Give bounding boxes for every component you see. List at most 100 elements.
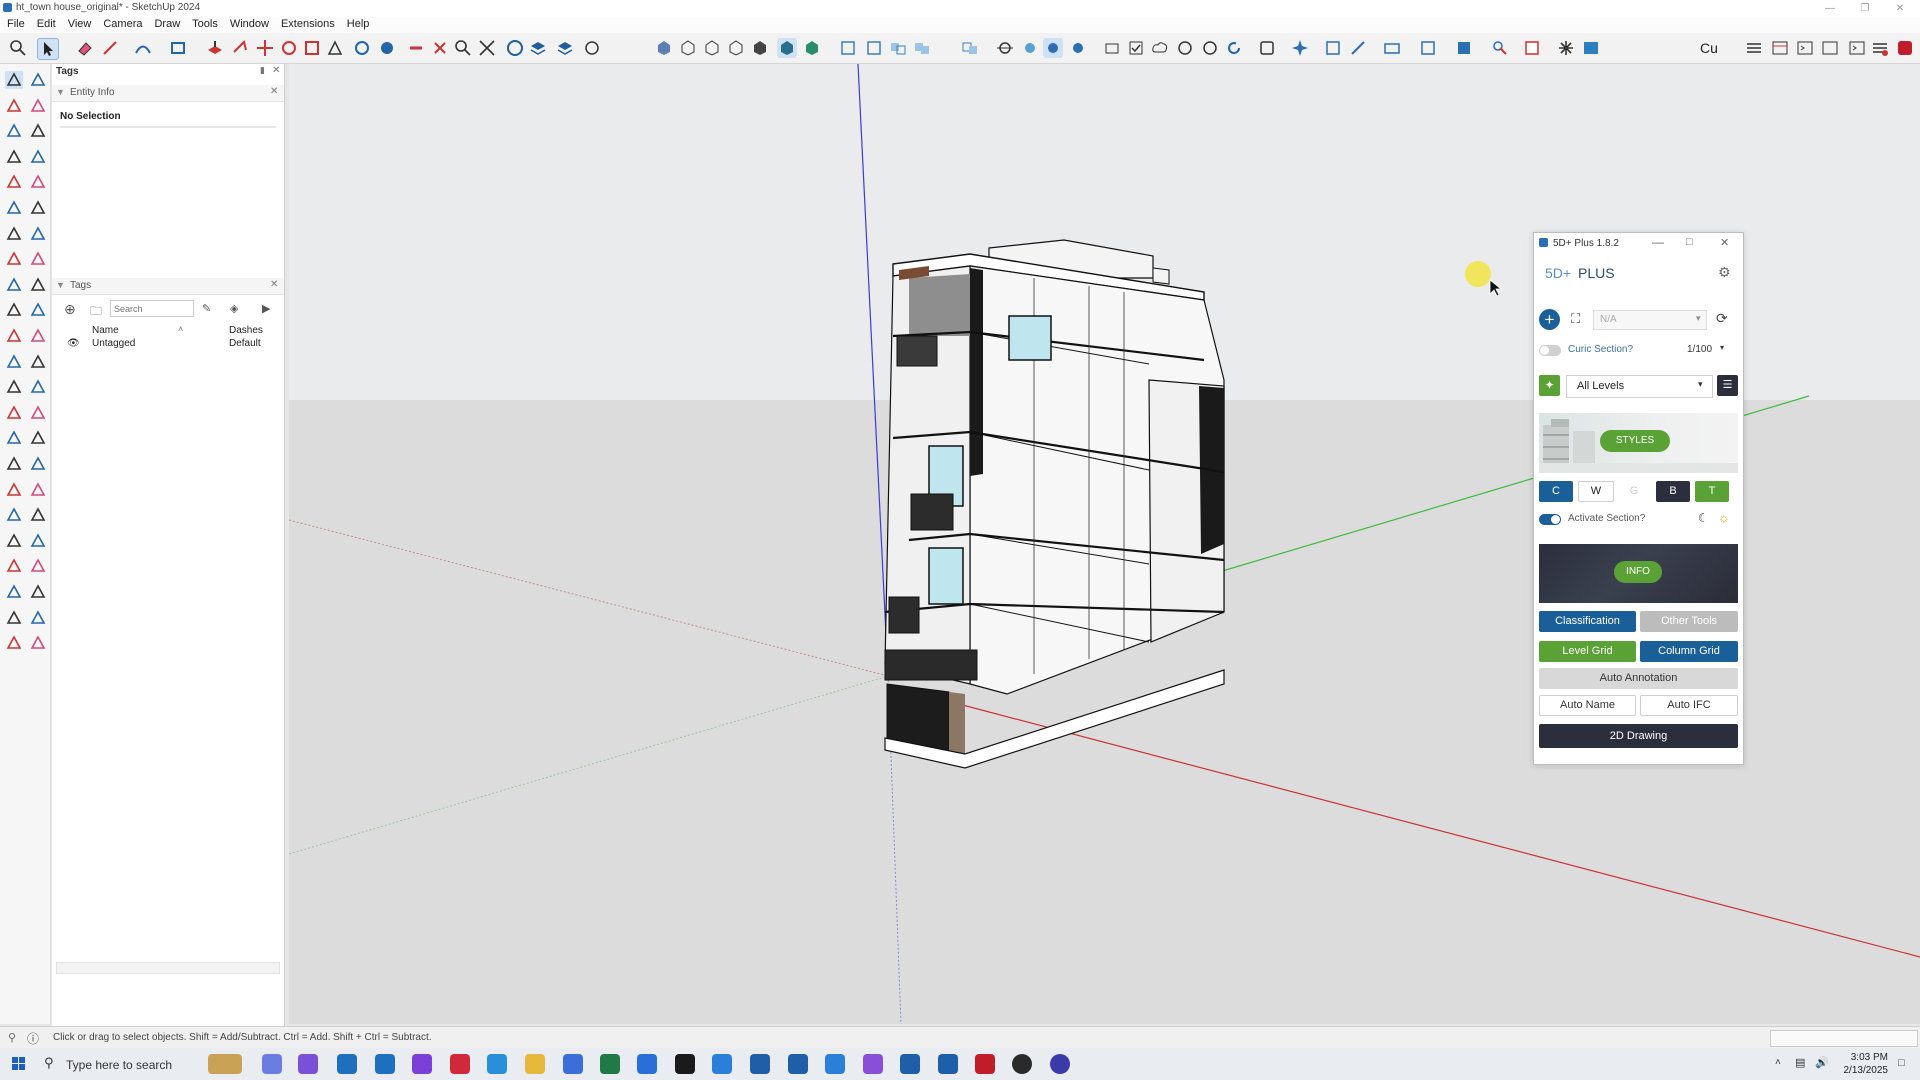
auto-name-button[interactable]: Auto Name <box>1539 695 1636 716</box>
add-button[interactable]: + <box>1539 309 1560 330</box>
file-explorer-icon[interactable] <box>525 1054 545 1074</box>
zoom-extents-icon[interactable] <box>477 38 497 58</box>
polygon-tool-icon[interactable] <box>29 199 47 217</box>
tags-col-name[interactable]: Name <box>92 325 119 336</box>
axes-tool-icon[interactable] <box>5 404 23 422</box>
right-view-icon[interactable] <box>726 38 746 58</box>
taskbar-app-16-icon[interactable] <box>1050 1054 1070 1074</box>
refresh-icon[interactable] <box>1224 38 1244 58</box>
plugin-a-icon[interactable] <box>1323 38 1343 58</box>
scale-tool-icon[interactable] <box>302 38 322 58</box>
previous-tool-icon[interactable] <box>29 481 47 499</box>
look-around-tool-icon[interactable] <box>29 506 47 524</box>
tray-chevron-up-icon[interactable]: ˄ <box>1775 1057 1781 1068</box>
cloud-upload-icon[interactable] <box>1150 38 1170 58</box>
freehand-tool-icon[interactable] <box>29 148 47 166</box>
3pt-arc-tool-icon[interactable] <box>29 250 47 268</box>
walk-icon[interactable] <box>406 38 426 58</box>
follow-me-icon[interactable] <box>230 38 250 58</box>
3d-warehouse-icon[interactable] <box>1200 38 1220 58</box>
menu-help[interactable]: Help <box>340 17 375 30</box>
move-tool-icon[interactable] <box>255 38 275 58</box>
taskbar-app-14-icon[interactable] <box>938 1054 958 1074</box>
pan-icon[interactable] <box>377 38 397 58</box>
notifications-icon[interactable]: □ <box>1898 1057 1905 1069</box>
taskbar-app-9-icon[interactable] <box>675 1054 695 1074</box>
tags-search-input[interactable] <box>110 300 194 317</box>
textured-view-icon[interactable] <box>802 38 822 58</box>
sketchup-taskbar-icon[interactable] <box>750 1054 770 1074</box>
menu-draw[interactable]: Draw <box>147 17 185 30</box>
magic-wand-icon[interactable]: ✦ <box>1539 375 1560 396</box>
tape-tool-icon[interactable] <box>29 122 47 140</box>
layers-b-tool-icon[interactable] <box>29 634 47 652</box>
details-icon[interactable]: ▶ <box>262 302 270 315</box>
top-view-icon[interactable] <box>678 38 698 58</box>
shaded-view-icon[interactable] <box>777 38 797 58</box>
taskbar-app-3-icon[interactable] <box>337 1054 357 1074</box>
arc-tool-icon[interactable] <box>5 225 23 243</box>
b-button[interactable]: B <box>1656 481 1690 502</box>
media-player-icon[interactable] <box>1012 1054 1032 1074</box>
console-icon[interactable] <box>1820 38 1840 58</box>
group-icon[interactable] <box>838 38 858 58</box>
tags-close-icon[interactable]: ✕ <box>270 279 278 290</box>
2d-drawing-button[interactable]: 2D Drawing <box>1539 724 1738 748</box>
zoom-icon[interactable] <box>453 38 473 58</box>
table-row[interactable]: 👁 Untagged Default <box>52 337 284 351</box>
zoom-extents-tool-icon[interactable] <box>5 481 23 499</box>
rotate-tool-icon[interactable] <box>5 301 23 319</box>
follow-me-tool-icon[interactable] <box>29 301 47 319</box>
back-view-icon[interactable] <box>750 38 770 58</box>
report-icon[interactable] <box>1870 38 1890 58</box>
plugin-f-icon[interactable] <box>1490 38 1510 58</box>
add-tag-icon[interactable]: ⊕ <box>64 301 76 318</box>
walk-tool-icon[interactable] <box>5 506 23 524</box>
taskbar-app-6-icon[interactable] <box>450 1054 470 1074</box>
taskbar-app-4-icon[interactable] <box>375 1054 395 1074</box>
menu-window[interactable]: Window <box>223 17 274 30</box>
plugin-d-icon[interactable] <box>1418 38 1438 58</box>
taskbar-app-11-icon[interactable] <box>788 1054 808 1074</box>
layout-icon[interactable] <box>1257 38 1277 58</box>
scale-select[interactable]: 1/100 <box>1687 344 1712 355</box>
refresh-icon[interactable]: ⟳ <box>1716 310 1728 327</box>
push-pull-icon[interactable] <box>205 38 225 58</box>
menu-extensions[interactable]: Extensions <box>274 17 340 30</box>
w-button[interactable]: W <box>1578 481 1614 502</box>
network-icon[interactable]: ▤ <box>1795 1056 1805 1069</box>
position-camera-icon[interactable] <box>430 38 450 58</box>
entity-info-close-icon[interactable]: ✕ <box>270 86 278 97</box>
restore-window-button[interactable]: ❐ <box>1850 0 1880 17</box>
column-grid-button[interactable]: Column Grid <box>1640 641 1738 662</box>
scene-tool-icon[interactable] <box>29 557 47 575</box>
volume-icon[interactable]: 🔊 <box>1815 1056 1829 1069</box>
pan-tool-icon[interactable] <box>29 429 47 447</box>
section-cuts-icon[interactable] <box>1043 38 1063 58</box>
trim-icon[interactable] <box>960 38 980 58</box>
visibility-eye-icon[interactable]: 👁 <box>67 338 80 349</box>
image-icon[interactable] <box>1581 38 1601 58</box>
vscode-icon[interactable] <box>825 1054 845 1074</box>
menu-edit[interactable]: Edit <box>30 17 61 30</box>
plugin-g-icon[interactable] <box>1522 38 1542 58</box>
stamp-tool-icon[interactable] <box>29 583 47 601</box>
front-view-icon[interactable] <box>702 38 722 58</box>
extension-red-icon[interactable] <box>1895 38 1915 58</box>
toolbar-list-icon[interactable] <box>1744 38 1764 58</box>
zoom-window-tool-icon[interactable] <box>29 455 47 473</box>
offset-tool-icon[interactable] <box>29 327 47 345</box>
component-icon[interactable] <box>864 38 884 58</box>
tape-measure-tool-icon[interactable] <box>5 353 23 371</box>
measurements-box[interactable] <box>1770 1030 1918 1047</box>
panel-maximize-button[interactable]: □ <box>1686 236 1693 248</box>
drape-tool-icon[interactable] <box>5 609 23 627</box>
checkbox-icon[interactable] <box>1126 38 1146 58</box>
panel-minimize-button[interactable]: — <box>1652 235 1664 249</box>
windows-start-icon[interactable] <box>12 1057 26 1071</box>
line-tool-icon[interactable] <box>100 38 120 58</box>
section-plane-icon[interactable] <box>995 38 1015 58</box>
circle-tool-icon[interactable] <box>5 199 23 217</box>
sort-chevron-icon[interactable]: ˄ <box>178 324 183 334</box>
ruby-console-icon[interactable] <box>1847 38 1867 58</box>
